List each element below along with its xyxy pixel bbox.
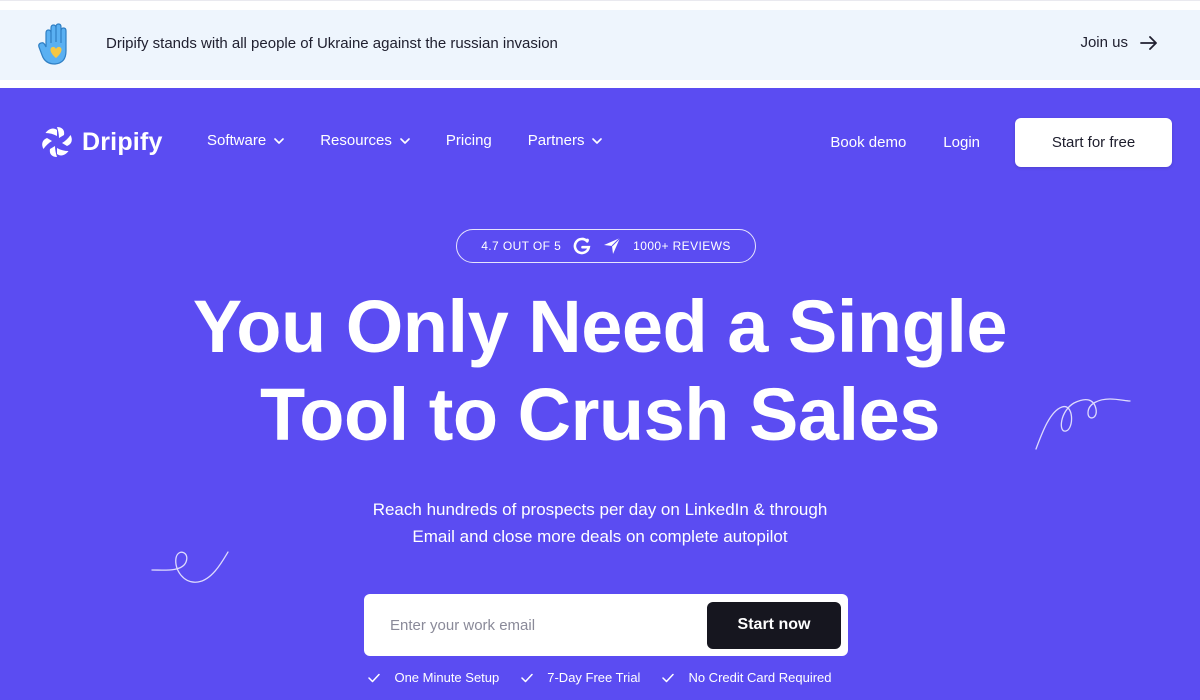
top-strip: [0, 0, 1200, 10]
email-signup-form: Start now: [364, 594, 848, 656]
chevron-down-icon: [400, 137, 410, 144]
dripify-logo[interactable]: Dripify: [40, 125, 163, 159]
nav-item-label: Partners: [527, 132, 585, 149]
headline-line-1: You Only Need a Single: [192, 285, 1008, 368]
rating-badge: 4.7 OUT OF 5 1000+ REVIEWS: [456, 229, 756, 263]
feature-label: No Credit Card Required: [688, 670, 832, 685]
feature-list: One Minute Setup 7-Day Free Trial No Cre…: [0, 670, 1200, 685]
squiggle-decoration-icon: [1035, 398, 1131, 450]
hero-section: Dripify Software Resources Pricing Partn…: [0, 88, 1200, 700]
g2-icon: [573, 237, 591, 255]
feature-label: 7-Day Free Trial: [547, 670, 641, 685]
start-now-button[interactable]: Start now: [707, 601, 841, 649]
feature-item: No Credit Card Required: [662, 670, 832, 685]
nav-item-label: Software: [207, 132, 267, 149]
feature-item: One Minute Setup: [368, 670, 499, 685]
nav-item-label: Resources: [320, 132, 392, 149]
work-email-input[interactable]: [388, 615, 707, 635]
dripify-logo-icon: [42, 127, 72, 157]
nav-actions: Book demo Login Start for free: [830, 118, 1172, 167]
arrow-right-icon: [1140, 35, 1157, 50]
login-link[interactable]: Login: [943, 134, 980, 151]
hand-heart-icon: [38, 23, 67, 65]
banner-gap: [0, 80, 1200, 88]
join-us-label: Join us: [1080, 34, 1128, 51]
check-icon: [521, 673, 533, 682]
banner-text: Dripify stands with all people of Ukrain…: [106, 35, 558, 52]
book-demo-link[interactable]: Book demo: [830, 134, 906, 151]
join-us-link[interactable]: Join us: [1080, 34, 1158, 51]
rating-score: 4.7 OUT OF 5: [481, 239, 562, 253]
check-icon: [368, 673, 381, 682]
nav-item-partners[interactable]: Partners: [528, 132, 603, 149]
nav-item-resources[interactable]: Resources: [320, 132, 410, 149]
subtext-line-2: Email and close more deals on complete a…: [412, 527, 788, 546]
check-icon: [662, 673, 675, 682]
feature-item: 7-Day Free Trial: [521, 670, 640, 685]
hero-subtext: Reach hundreds of prospects per day on L…: [0, 496, 1200, 550]
chevron-down-icon: [592, 137, 603, 144]
nav-item-label: Pricing: [445, 132, 492, 149]
main-nav: Software Resources Pricing Partners: [207, 132, 603, 149]
capterra-icon: [604, 237, 621, 254]
rating-reviews: 1000+ REVIEWS: [633, 239, 731, 253]
feature-label: One Minute Setup: [394, 670, 500, 685]
headline-line-2: Tool to Crush Sales: [260, 373, 940, 456]
nav-item-software[interactable]: Software: [207, 132, 285, 149]
chevron-down-icon: [274, 137, 285, 144]
hero-headline: You Only Need a Single Tool to Crush Sal…: [0, 283, 1200, 459]
logo-text: Dripify: [82, 127, 163, 156]
start-for-free-button[interactable]: Start for free: [1015, 118, 1172, 167]
nav-item-pricing[interactable]: Pricing: [446, 132, 492, 149]
subtext-line-1: Reach hundreds of prospects per day on L…: [372, 500, 828, 519]
ukraine-banner: Dripify stands with all people of Ukrain…: [0, 10, 1200, 80]
